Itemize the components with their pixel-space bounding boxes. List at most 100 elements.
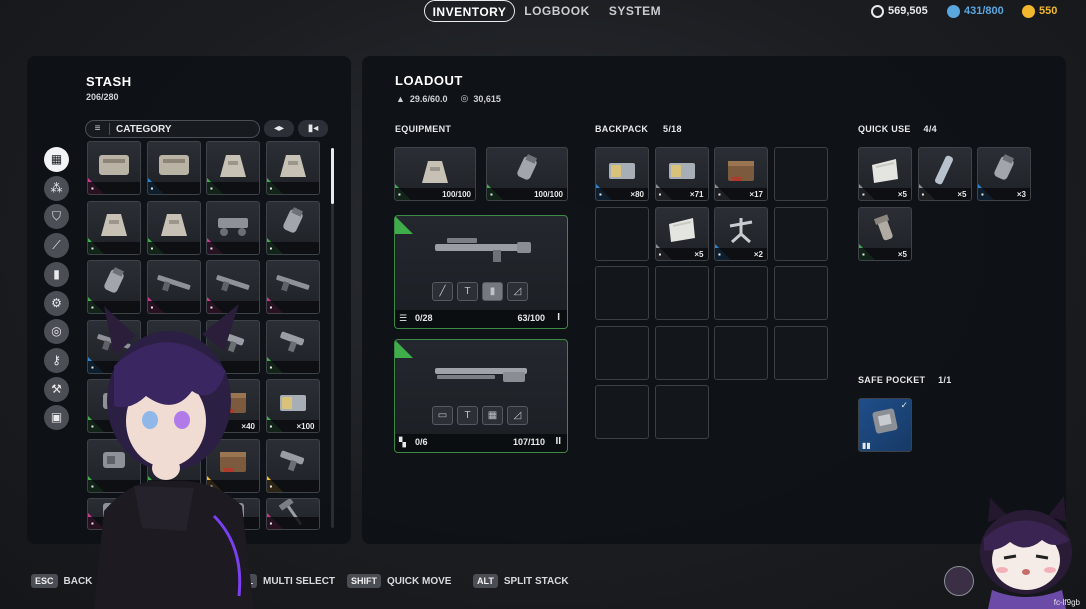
category-ammo-icon[interactable]: ⁂ — [44, 175, 69, 201]
empty-slot[interactable] — [773, 147, 828, 201]
stock-mod-icon[interactable]: ◿ — [507, 406, 528, 425]
hint-quick-move[interactable]: SHIFT QUICK MOVE — [347, 574, 451, 588]
pistol-icon — [279, 451, 304, 472]
empty-slot[interactable] — [595, 266, 649, 320]
quick-use-label: QUICK USE 4/4 — [858, 124, 937, 134]
muzzle-mod-icon[interactable]: ╱ — [432, 282, 453, 301]
underbarrel-mod-icon[interactable]: T — [457, 406, 478, 425]
expand-button[interactable]: ◂▸ — [264, 120, 294, 137]
stash-item[interactable]: ▪ ×100 — [265, 379, 320, 433]
magazine-mod-icon[interactable]: ▮ — [482, 282, 503, 301]
stash-item[interactable]: ▪ — [265, 498, 320, 530]
tab-system[interactable]: SYSTEM — [604, 0, 666, 22]
hint-split-stack[interactable]: ALT SPLIT STACK — [473, 574, 569, 588]
category-wrench-icon[interactable]: ⚒ — [44, 376, 69, 402]
stash-item[interactable]: ▪ — [265, 141, 320, 195]
underbarrel-mod-icon[interactable]: T — [457, 282, 478, 301]
stock-mod-icon[interactable]: ◿ — [507, 282, 528, 301]
muzzle-mod-icon[interactable]: ▭ — [432, 406, 453, 425]
type-icon: ▪ — [269, 362, 273, 372]
empty-slot[interactable] — [595, 385, 649, 439]
category-filter[interactable]: ≡ CATEGORY — [85, 120, 260, 138]
currency-tokens: 431/800 — [947, 3, 1004, 19]
empty-slot[interactable] — [714, 266, 768, 320]
weapon-slot-1[interactable]: ╱ T ▮ ◿ ☰ 0/28 63/100 I — [394, 215, 568, 329]
quick-use-item[interactable]: ▪ ×5 — [917, 147, 972, 201]
loadout-title: LOADOUT — [395, 73, 463, 88]
profile-avatar[interactable] — [944, 566, 974, 596]
quick-use-item[interactable]: ▪ ×3 — [977, 147, 1031, 201]
backpack-item[interactable]: ▪ ×80 — [595, 147, 649, 201]
stash-item[interactable]: ▪ — [265, 319, 320, 374]
stash-item[interactable]: ▪ — [206, 141, 260, 195]
safe-pocket-slot[interactable]: ✓ ▮▮ — [858, 398, 912, 452]
empty-slot[interactable] — [654, 266, 709, 320]
stash-scrollbar[interactable] — [331, 148, 334, 204]
transfer-icon: ▮◂ — [307, 123, 319, 134]
quick-use-item[interactable]: ▪ ×5 — [858, 147, 912, 201]
empty-slot[interactable] — [773, 325, 828, 380]
grenade-icon — [104, 266, 125, 293]
empty-slot[interactable] — [595, 325, 649, 380]
stash-item[interactable]: ▪ — [206, 200, 260, 255]
stash-item[interactable]: ▪ — [265, 260, 320, 314]
type-icon: ▪ — [599, 190, 602, 199]
safe-pocket-count: 1/1 — [938, 375, 952, 385]
filter-icon: ≡ — [86, 123, 110, 135]
category-gear-icon[interactable]: ⚙ — [44, 290, 69, 316]
empty-slot[interactable] — [773, 266, 828, 320]
stash-item[interactable]: ▪ — [146, 200, 201, 255]
type-icon: ▪ — [210, 243, 213, 253]
empty-slot[interactable] — [654, 385, 709, 439]
category-grid-icon[interactable]: ▦ — [44, 147, 69, 172]
backpack-item[interactable]: ▪ ×17 — [714, 147, 768, 201]
category-knife-icon[interactable]: ⟋ — [44, 233, 69, 259]
magazine-mod-icon[interactable]: ▦ — [482, 406, 503, 425]
backpack-item[interactable]: ▪ ×5 — [654, 206, 709, 261]
type-icon: ▪ — [658, 190, 662, 199]
slot-info-bar — [207, 241, 259, 254]
type-icon: ▪ — [862, 190, 865, 199]
bandage-icon — [668, 218, 695, 243]
weapon-slot-2[interactable]: ▭ T ▦ ◿ ▚ 0/6 107/110 II — [394, 339, 568, 453]
stash-capacity: 206/280 — [86, 92, 119, 102]
quick-use-label-text: QUICK USE — [858, 124, 911, 134]
empty-slot[interactable] — [714, 325, 768, 380]
shield-slot[interactable]: ▪ 100/100 — [486, 147, 568, 201]
streamer-mascot — [980, 496, 1072, 609]
slot-quantity: 100/100 — [442, 190, 471, 199]
currency-coins: 569,505 — [871, 3, 928, 19]
stash-scroll-track[interactable] — [331, 148, 334, 528]
backpack-label-text: BACKPACK — [595, 124, 649, 134]
tab-logbook[interactable]: LOGBOOK — [524, 0, 590, 22]
quick-use-item[interactable]: ▪ ×5 — [858, 206, 912, 261]
weight-icon: ▲ — [396, 93, 405, 104]
ammo-icon — [668, 162, 695, 179]
type-icon: ▪ — [718, 249, 721, 259]
type-icon: ▪ — [921, 190, 925, 199]
stash-item[interactable]: ▪ — [87, 141, 141, 195]
transfer-button[interactable]: ▮◂ — [298, 120, 328, 137]
slot-quantity: ×5 — [957, 190, 967, 199]
rifle-icon — [435, 238, 531, 262]
stash-item[interactable]: ▪ — [265, 438, 320, 493]
stash-title: STASH — [86, 74, 132, 89]
stash-item[interactable]: ▪ — [265, 200, 320, 255]
backpack-item[interactable]: ▪ ×2 — [714, 206, 768, 261]
empty-slot[interactable] — [773, 206, 828, 261]
empty-slot[interactable] — [654, 325, 709, 380]
loadout-stats: ▲ 29.6/60.0 ◎ 30,615 — [396, 93, 501, 104]
rarity-corner — [395, 340, 567, 358]
gold-value: 550 — [1039, 5, 1058, 17]
stash-item[interactable]: ▪ — [146, 141, 201, 195]
type-icon: ▪ — [269, 422, 273, 431]
weapon-1-status: ☰ 0/28 63/100 I — [395, 310, 567, 328]
empty-slot[interactable] — [595, 206, 649, 261]
backpack-item[interactable]: ▪ ×71 — [654, 147, 709, 201]
category-magazine-icon[interactable]: ▮ — [44, 261, 69, 287]
hint-multi-select-label: MULTI SELECT — [263, 575, 336, 587]
stash-item[interactable]: ▪ — [87, 200, 141, 255]
tab-inventory[interactable]: INVENTORY — [424, 0, 515, 22]
category-key-icon[interactable]: ⚷ — [44, 347, 69, 373]
augment-slot[interactable]: ▪ 100/100 — [394, 147, 476, 201]
